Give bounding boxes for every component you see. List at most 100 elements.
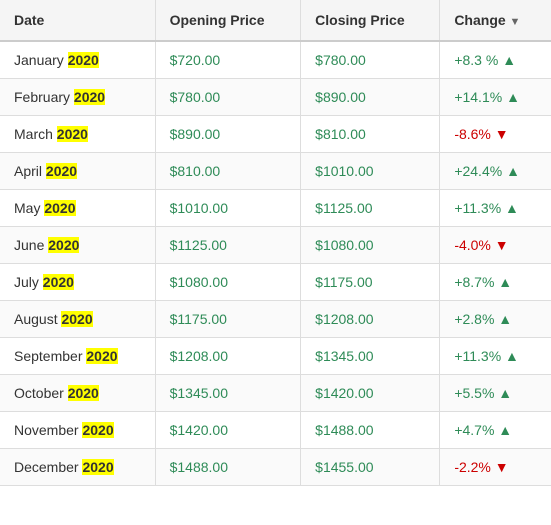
change-value: +5.5% (454, 385, 494, 401)
date-cell: May 2020 (0, 190, 155, 227)
direction-arrow: ▼ (495, 237, 509, 253)
direction-arrow: ▲ (506, 89, 520, 105)
closing-price-cell: $1125.00 (301, 190, 440, 227)
opening-price-cell: $1010.00 (155, 190, 301, 227)
change-cell: +5.5% ▲ (440, 375, 551, 412)
change-value: +8.7% (454, 274, 494, 290)
opening-price-cell: $890.00 (155, 116, 301, 153)
opening-price-cell: $810.00 (155, 153, 301, 190)
opening-price-cell: $1080.00 (155, 264, 301, 301)
table-row: February 2020$780.00$890.00+14.1% ▲ (0, 79, 551, 116)
date-cell: February 2020 (0, 79, 155, 116)
opening-price-cell: $1345.00 (155, 375, 301, 412)
change-value: +11.3% (454, 348, 501, 364)
table-row: January 2020$720.00$780.00+8.3 % ▲ (0, 41, 551, 79)
year-badge: 2020 (68, 385, 99, 401)
opening-price-cell: $1125.00 (155, 227, 301, 264)
change-cell: +14.1% ▲ (440, 79, 551, 116)
table-row: May 2020$1010.00$1125.00+11.3% ▲ (0, 190, 551, 227)
change-cell: +2.8% ▲ (440, 301, 551, 338)
table-row: April 2020$810.00$1010.00+24.4% ▲ (0, 153, 551, 190)
closing-price-cell: $890.00 (301, 79, 440, 116)
closing-price-cell: $1208.00 (301, 301, 440, 338)
change-cell: +11.3% ▲ (440, 338, 551, 375)
change-cell: +8.7% ▲ (440, 264, 551, 301)
year-badge: 2020 (44, 200, 75, 216)
opening-price-cell: $1420.00 (155, 412, 301, 449)
change-cell: -2.2% ▼ (440, 449, 551, 486)
table-row: September 2020$1208.00$1345.00+11.3% ▲ (0, 338, 551, 375)
change-value: -2.2% (454, 459, 491, 475)
year-badge: 2020 (61, 311, 92, 327)
date-cell: August 2020 (0, 301, 155, 338)
opening-price-cell: $780.00 (155, 79, 301, 116)
opening-price-cell: $1208.00 (155, 338, 301, 375)
change-value: +11.3% (454, 200, 501, 216)
change-cell: +11.3% ▲ (440, 190, 551, 227)
year-badge: 2020 (74, 89, 105, 105)
closing-price-cell: $810.00 (301, 116, 440, 153)
direction-arrow: ▼ (495, 459, 509, 475)
date-cell: June 2020 (0, 227, 155, 264)
date-cell: October 2020 (0, 375, 155, 412)
table-row: June 2020$1125.00$1080.00-4.0% ▼ (0, 227, 551, 264)
year-badge: 2020 (48, 237, 79, 253)
closing-price-cell: $1175.00 (301, 264, 440, 301)
closing-price-cell: $1010.00 (301, 153, 440, 190)
table-row: March 2020$890.00$810.00-8.6% ▼ (0, 116, 551, 153)
change-cell: -4.0% ▼ (440, 227, 551, 264)
opening-price-header: Opening Price (155, 0, 301, 41)
direction-arrow: ▲ (505, 348, 519, 364)
closing-price-cell: $1420.00 (301, 375, 440, 412)
sort-icon: ▼ (510, 16, 521, 28)
change-value: +4.7% (454, 422, 494, 438)
opening-price-cell: $720.00 (155, 41, 301, 79)
table-row: October 2020$1345.00$1420.00+5.5% ▲ (0, 375, 551, 412)
change-value: +2.8% (454, 311, 494, 327)
closing-price-cell: $1080.00 (301, 227, 440, 264)
date-cell: November 2020 (0, 412, 155, 449)
date-cell: January 2020 (0, 41, 155, 79)
change-value: -8.6% (454, 126, 491, 142)
table-header-row: Date Opening Price Closing Price Change … (0, 0, 551, 41)
closing-price-cell: $1488.00 (301, 412, 440, 449)
change-cell: -8.6% ▼ (440, 116, 551, 153)
change-value: +14.1% (454, 89, 502, 105)
direction-arrow: ▲ (498, 385, 512, 401)
direction-arrow: ▲ (498, 422, 512, 438)
date-cell: September 2020 (0, 338, 155, 375)
date-cell: December 2020 (0, 449, 155, 486)
year-badge: 2020 (57, 126, 88, 142)
change-cell: +24.4% ▲ (440, 153, 551, 190)
closing-price-cell: $780.00 (301, 41, 440, 79)
direction-arrow: ▼ (495, 126, 509, 142)
direction-arrow: ▲ (505, 200, 519, 216)
year-badge: 2020 (46, 163, 77, 179)
change-value: +8.3 % (454, 52, 498, 68)
year-badge: 2020 (82, 459, 113, 475)
date-cell: July 2020 (0, 264, 155, 301)
year-badge: 2020 (68, 52, 99, 68)
change-header[interactable]: Change ▼ (440, 0, 551, 41)
direction-arrow: ▲ (498, 311, 512, 327)
date-header: Date (0, 0, 155, 41)
table-row: December 2020$1488.00$1455.00-2.2% ▼ (0, 449, 551, 486)
closing-price-cell: $1345.00 (301, 338, 440, 375)
table-row: November 2020$1420.00$1488.00+4.7% ▲ (0, 412, 551, 449)
year-badge: 2020 (86, 348, 117, 364)
closing-price-cell: $1455.00 (301, 449, 440, 486)
date-cell: March 2020 (0, 116, 155, 153)
year-badge: 2020 (43, 274, 74, 290)
change-value: +24.4% (454, 163, 502, 179)
change-cell: +4.7% ▲ (440, 412, 551, 449)
change-cell: +8.3 % ▲ (440, 41, 551, 79)
opening-price-cell: $1175.00 (155, 301, 301, 338)
direction-arrow: ▲ (506, 163, 520, 179)
table-row: July 2020$1080.00$1175.00+8.7% ▲ (0, 264, 551, 301)
direction-arrow: ▲ (502, 52, 516, 68)
closing-price-header: Closing Price (301, 0, 440, 41)
change-value: -4.0% (454, 237, 491, 253)
direction-arrow: ▲ (498, 274, 512, 290)
year-badge: 2020 (82, 422, 113, 438)
date-cell: April 2020 (0, 153, 155, 190)
